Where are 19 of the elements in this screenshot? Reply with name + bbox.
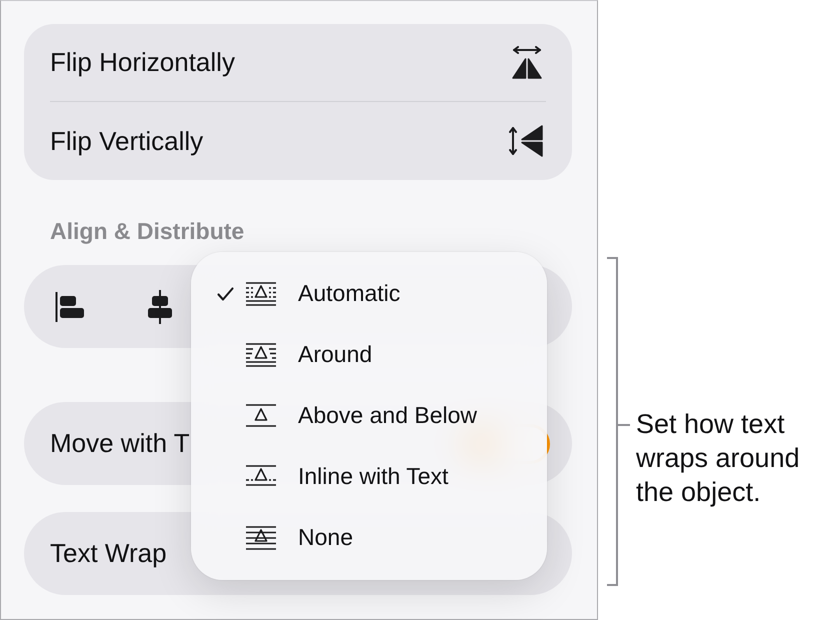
wrap-above-below-icon <box>246 404 276 428</box>
setting-label: Text Wrap <box>50 538 167 569</box>
wrap-inline-icon <box>246 464 276 488</box>
menu-item[interactable]: Inline with Text <box>191 446 547 507</box>
callout-text: Set how text wraps around the object. <box>636 408 801 509</box>
align-left-icon[interactable] <box>55 292 85 322</box>
flip-option[interactable]: Flip Horizontally <box>50 24 546 101</box>
align-center-icon[interactable] <box>147 290 173 324</box>
menu-item[interactable]: Above and Below <box>191 385 547 446</box>
wrap-automatic-icon <box>246 282 276 306</box>
flip-option[interactable]: Flip Vertically <box>50 101 546 180</box>
setting-label: Move with T <box>50 428 190 459</box>
section-heading: Align & Distribute <box>49 217 246 245</box>
menu-item[interactable]: Automatic <box>191 263 547 324</box>
wrap-around-icon <box>246 342 276 366</box>
menu-item[interactable]: None <box>191 507 547 568</box>
flip-vertical-icon <box>509 123 545 159</box>
menu-item[interactable]: Around <box>191 324 547 385</box>
wrap-none-icon <box>246 526 276 550</box>
